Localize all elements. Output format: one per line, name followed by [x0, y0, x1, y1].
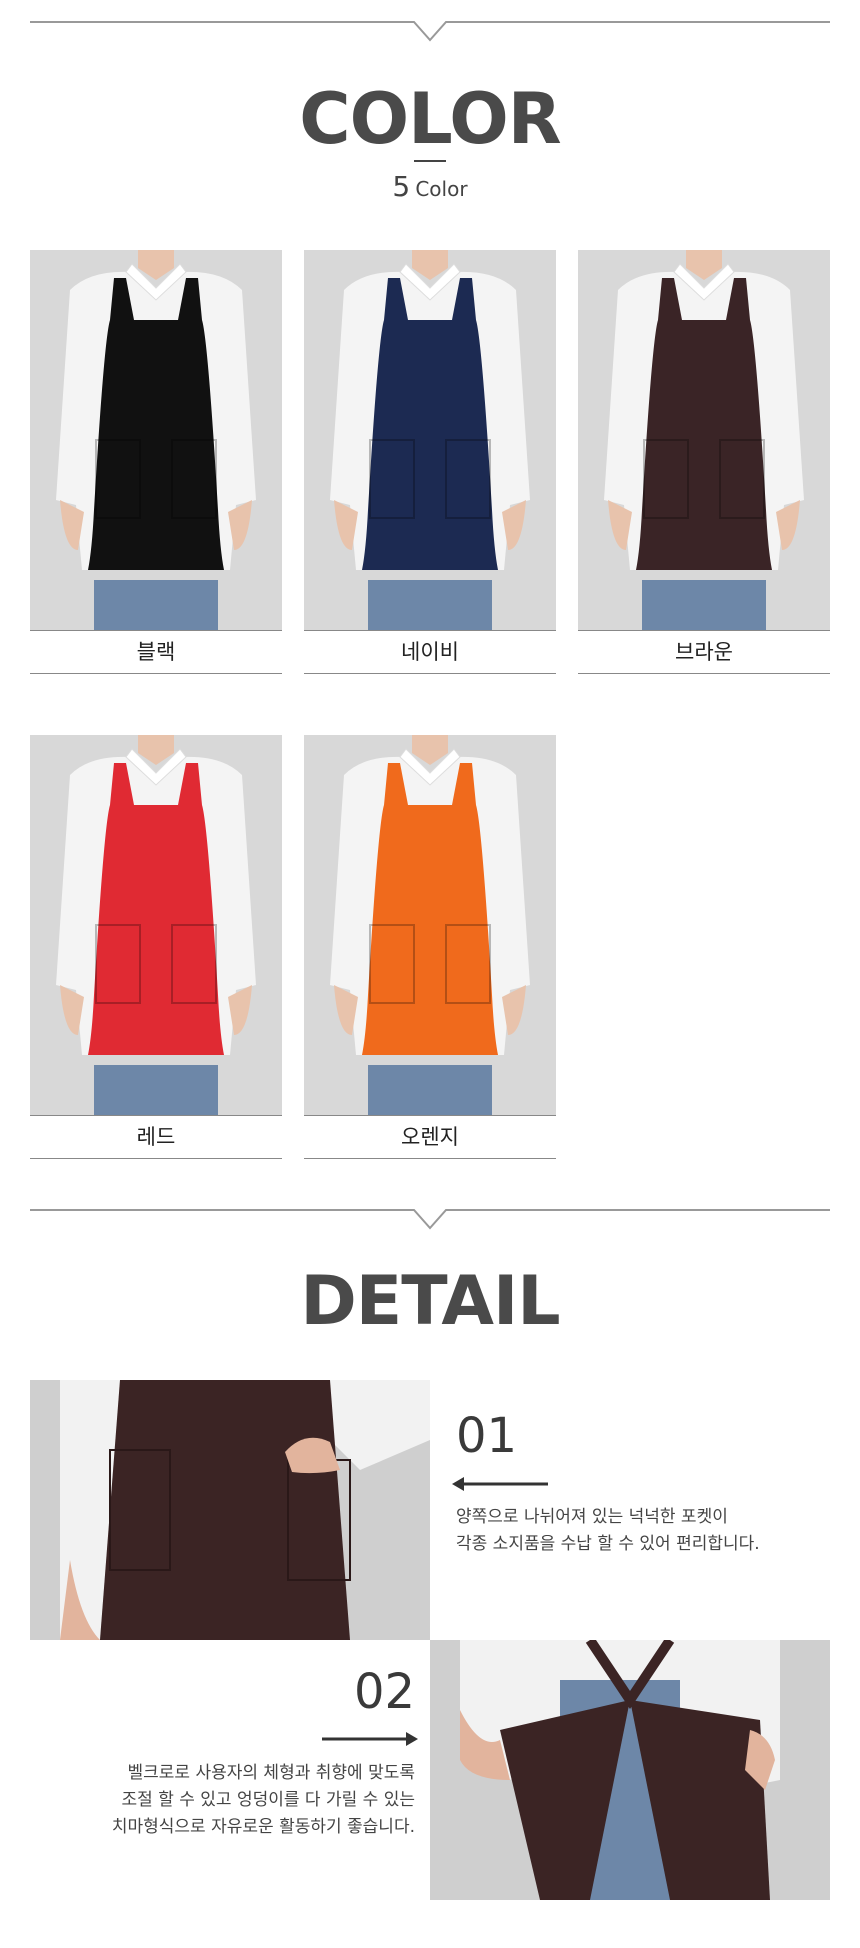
section-divider — [30, 1208, 830, 1232]
color-swatch-label: 블랙 — [30, 630, 282, 674]
detail-number-02: 02 — [354, 1664, 416, 1720]
color-swatch-card[interactable]: 오렌지 — [304, 735, 556, 1159]
detail-text-line: 각종 소지품을 수납 할 수 있어 편리합니다. — [456, 1534, 760, 1554]
color-swatch-card[interactable]: 레드 — [30, 735, 282, 1159]
color-title: COLOR — [299, 78, 561, 160]
detail-text-line: 조절 할 수 있고 엉덩이를 다 가릴 수 있는 — [121, 1790, 415, 1810]
color-count-number: 5 — [392, 170, 411, 203]
apron-photo — [578, 250, 830, 630]
arrow-right-icon — [322, 1731, 418, 1750]
apron-photo — [304, 735, 556, 1115]
detail-text-line: 양쪽으로 나뉘어져 있는 넉넉한 포켓이 — [456, 1507, 728, 1527]
color-swatch-label: 레드 — [30, 1115, 282, 1159]
color-count: 5 Color — [0, 170, 860, 203]
title-underline — [414, 160, 446, 162]
arrow-left-icon — [452, 1476, 548, 1495]
color-swatch-label: 네이비 — [304, 630, 556, 674]
color-swatch-label: 오렌지 — [304, 1115, 556, 1159]
detail-photo-pocket — [30, 1380, 430, 1640]
detail-title: DETAIL — [300, 1262, 560, 1341]
apron-photo — [30, 735, 282, 1115]
color-count-label: Color — [415, 177, 468, 201]
section-divider — [30, 20, 830, 44]
color-swatch-card[interactable]: 블랙 — [30, 250, 282, 674]
detail-text-line: 치마형식으로 자유로운 활동하기 좋습니다. — [111, 1817, 415, 1837]
detail-photo-velcro — [430, 1640, 830, 1900]
apron-photo — [30, 250, 282, 630]
color-swatch-card[interactable]: 네이비 — [304, 250, 556, 674]
detail-text-line: 벨크로로 사용자의 체형과 취향에 맞도록 — [127, 1763, 416, 1783]
detail-text-02: 벨크로로 사용자의 체형과 취향에 맞도록 조절 할 수 있고 엉덩이를 다 가… — [112, 1760, 415, 1841]
detail-number-01: 01 — [456, 1408, 518, 1464]
apron-photo — [304, 250, 556, 630]
color-swatch-label: 브라운 — [578, 630, 830, 674]
detail-text-01: 양쪽으로 나뉘어져 있는 넉넉한 포켓이 각종 소지품을 수납 할 수 있어 편… — [456, 1504, 760, 1558]
color-swatch-card[interactable]: 브라운 — [578, 250, 830, 674]
